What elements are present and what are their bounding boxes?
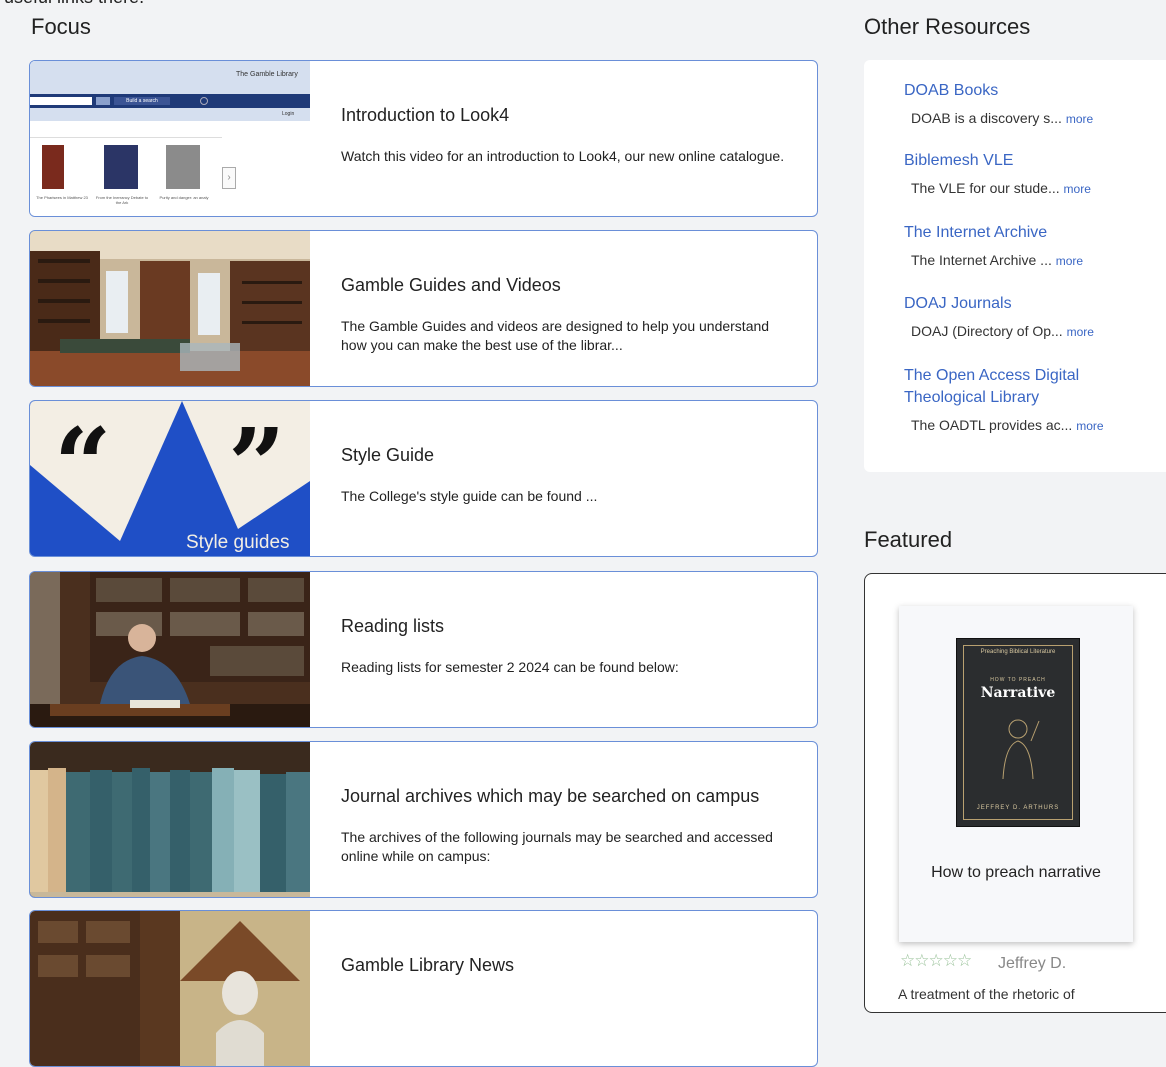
reader-at-desk-image xyxy=(30,572,310,727)
resource-link-internet-archive[interactable]: The Internet Archive xyxy=(904,222,1164,244)
card-description: The Gamble Guides and videos are designe… xyxy=(341,318,770,353)
resource-description: DOAJ (Directory of Op... more xyxy=(911,323,1094,339)
card-title: Gamble Library News xyxy=(341,955,515,975)
resource-item: DOAJ Journals DOAJ (Directory of Op... m… xyxy=(904,293,1164,339)
featured-author: Jeffrey D. xyxy=(998,955,1067,972)
resource-link-doaj[interactable]: DOAJ Journals xyxy=(904,293,1164,315)
focus-card-journal-archives[interactable]: Journal archives which may be searched o… xyxy=(29,741,818,898)
featured-heading: Featured xyxy=(864,527,953,552)
more-link[interactable]: more xyxy=(1067,325,1094,339)
card-description: The College's style guide can be found .… xyxy=(341,488,598,504)
carousel-next-icon: › xyxy=(222,167,236,189)
resource-item: The Open Access Digital Theological Libr… xyxy=(904,365,1124,433)
other-resources-heading: Other Resources xyxy=(864,14,1031,39)
card-description: Reading lists for semester 2 2024 can be… xyxy=(341,659,679,675)
intro-text-clipped: useful links there. xyxy=(4,0,144,8)
card-description: Watch this video for an introduction to … xyxy=(341,148,785,164)
star-rating-icon: ☆☆☆☆☆ xyxy=(900,951,972,970)
card-description: The archives of the following journals m… xyxy=(341,829,773,864)
focus-heading: Focus xyxy=(31,14,91,39)
featured-book-card[interactable]: Preaching Biblical Literature HOW TO PRE… xyxy=(899,606,1133,942)
more-link[interactable]: more xyxy=(1076,419,1103,433)
book-cover-image: Preaching Biblical Literature HOW TO PRE… xyxy=(956,638,1080,827)
featured-panel: Preaching Biblical Literature HOW TO PRE… xyxy=(864,573,1166,1013)
library-interior-image xyxy=(30,231,310,386)
journal-volumes-image xyxy=(30,742,310,897)
focus-card-style-guide[interactable]: “ ” Style guides Style Guide The College… xyxy=(29,400,818,557)
resource-item: The Internet Archive The Internet Archiv… xyxy=(904,222,1164,268)
resource-description: The VLE for our stude... more xyxy=(911,180,1091,196)
focus-card-gamble-guides[interactable]: Gamble Guides and Videos The Gamble Guid… xyxy=(29,230,818,387)
resource-link-doab[interactable]: DOAB Books xyxy=(904,80,1164,102)
card-title: Style Guide xyxy=(341,445,435,465)
card-title: Reading lists xyxy=(341,616,445,636)
focus-card-library-news[interactable]: Gamble Library News xyxy=(29,910,818,1067)
featured-description: A treatment of the rhetoric of xyxy=(898,986,1075,1002)
resource-description: The OADTL provides ac... more xyxy=(911,417,1104,433)
featured-book-title: How to preach narrative xyxy=(931,864,1101,881)
focus-card-look4[interactable]: The Gamble Library Build a search Login … xyxy=(29,60,818,217)
card-title: Gamble Guides and Videos xyxy=(341,275,561,295)
style-guides-image: “ ” Style guides xyxy=(30,401,310,556)
more-link[interactable]: more xyxy=(1056,254,1083,268)
resource-item: DOAB Books DOAB is a discovery s... more xyxy=(904,80,1164,126)
card-title: Journal archives which may be searched o… xyxy=(341,786,760,806)
other-resources-panel: DOAB Books DOAB is a discovery s... more… xyxy=(864,60,1166,472)
look4-thumbnail: The Gamble Library Build a search Login … xyxy=(30,61,310,216)
focus-card-reading-lists[interactable]: Reading lists Reading lists for semester… xyxy=(29,571,818,728)
card-title: Introduction to Look4 xyxy=(341,105,510,125)
bust-statue-image xyxy=(30,911,310,1066)
resource-link-biblemesh[interactable]: Biblemesh VLE xyxy=(904,150,1164,172)
resource-description: The Internet Archive ... more xyxy=(911,252,1084,268)
resource-description: DOAB is a discovery s... more xyxy=(911,110,1094,126)
more-link[interactable]: more xyxy=(1064,182,1091,196)
resource-link-oadtl[interactable]: The Open Access Digital Theological Libr… xyxy=(904,365,1124,409)
more-link[interactable]: more xyxy=(1066,112,1093,126)
resource-item: Biblemesh VLE The VLE for our stude... m… xyxy=(904,150,1164,196)
